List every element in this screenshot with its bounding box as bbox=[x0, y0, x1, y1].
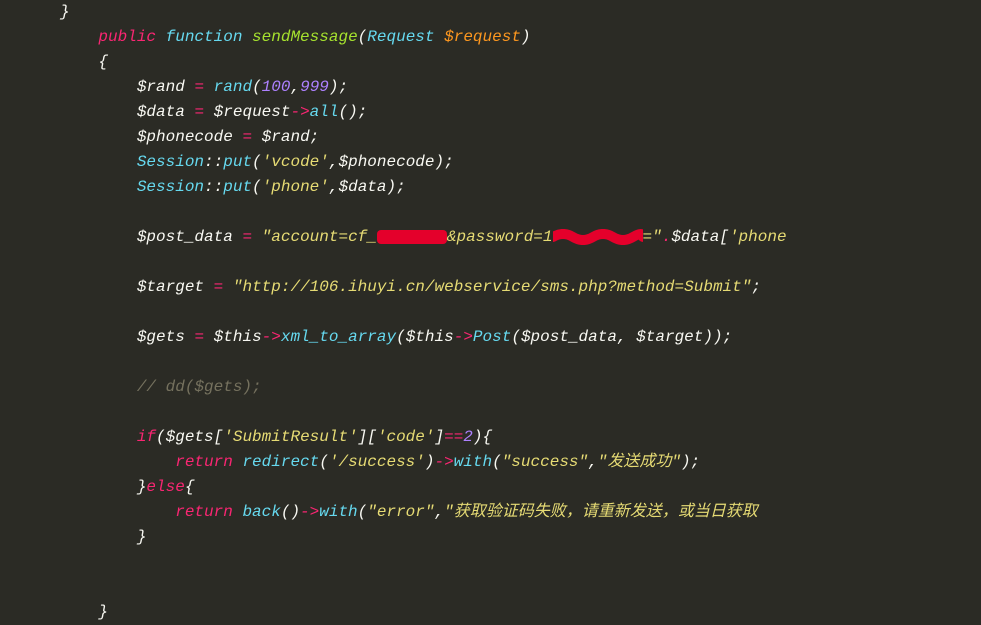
code-line: public function sendMessage(Request $req… bbox=[60, 25, 981, 50]
keyword-else: else bbox=[146, 478, 184, 496]
parameter: $request bbox=[444, 28, 521, 46]
variable: $this bbox=[406, 328, 454, 346]
string: "success" bbox=[502, 453, 588, 471]
code-line: $rand = rand(100,999); bbox=[60, 75, 981, 100]
string: "发送成功" bbox=[598, 453, 681, 471]
type-hint: Request bbox=[367, 28, 434, 46]
number: 100 bbox=[262, 78, 291, 96]
variable: $target bbox=[636, 328, 703, 346]
variable: $data bbox=[137, 103, 185, 121]
variable: $post_data bbox=[521, 328, 617, 346]
code-line: } bbox=[60, 0, 981, 25]
code-line bbox=[60, 400, 981, 425]
code-line bbox=[60, 350, 981, 375]
keyword-return: return bbox=[175, 503, 233, 521]
code-line: $post_data = "account=cf_&password=1=".$… bbox=[60, 225, 981, 250]
variable: $phonecode bbox=[137, 128, 233, 146]
string: 'vcode' bbox=[262, 153, 329, 171]
code-line: return back()->with("error","获取验证码失败，请重新… bbox=[60, 500, 981, 525]
redaction-mark bbox=[377, 230, 447, 244]
code-line: $target = "http://106.ihuyi.cn/webservic… bbox=[60, 275, 981, 300]
variable: $gets bbox=[166, 428, 214, 446]
code-line: { bbox=[60, 50, 981, 75]
number: 2 bbox=[463, 428, 473, 446]
function-call: back bbox=[242, 503, 280, 521]
keyword-return: return bbox=[175, 453, 233, 471]
redaction-mark bbox=[553, 229, 643, 245]
method-call: Post bbox=[473, 328, 511, 346]
variable: $data bbox=[671, 228, 719, 246]
keyword-function: function bbox=[166, 28, 243, 46]
function-call: rand bbox=[214, 78, 252, 96]
variable: $post_data bbox=[137, 228, 233, 246]
method-call: xml_to_array bbox=[281, 328, 396, 346]
code-line: Session::put('phone',$data); bbox=[60, 175, 981, 200]
string: 'phone bbox=[729, 228, 787, 246]
class-name: Session bbox=[137, 153, 204, 171]
variable: $this bbox=[214, 328, 262, 346]
class-name: Session bbox=[137, 178, 204, 196]
code-line bbox=[60, 200, 981, 225]
code-line: Session::put('vcode',$phonecode); bbox=[60, 150, 981, 175]
string: 'phone' bbox=[262, 178, 329, 196]
code-line: // dd($gets); bbox=[60, 375, 981, 400]
string: "account=cf_ bbox=[262, 228, 377, 246]
string: '/success' bbox=[329, 453, 425, 471]
string: =" bbox=[643, 228, 662, 246]
method-call: put bbox=[223, 153, 252, 171]
brace: { bbox=[185, 478, 195, 496]
brace: { bbox=[98, 53, 108, 71]
method-call: put bbox=[223, 178, 252, 196]
keyword-public: public bbox=[98, 28, 156, 46]
function-name: sendMessage bbox=[252, 28, 358, 46]
variable: $data bbox=[338, 178, 386, 196]
variable: $request bbox=[214, 103, 291, 121]
keyword-if: if bbox=[137, 428, 156, 446]
code-line: $phonecode = $rand; bbox=[60, 125, 981, 150]
code-line bbox=[60, 250, 981, 275]
string: 'SubmitResult' bbox=[223, 428, 357, 446]
brace: } bbox=[137, 528, 147, 546]
method-call: all bbox=[310, 103, 339, 121]
method-call: with bbox=[454, 453, 492, 471]
code-editor[interactable]: } public function sendMessage(Request $r… bbox=[60, 0, 981, 625]
code-line: } bbox=[60, 600, 981, 625]
code-line bbox=[60, 550, 981, 575]
variable: $rand bbox=[262, 128, 310, 146]
code-line: $gets = $this->xml_to_array($this->Post(… bbox=[60, 325, 981, 350]
variable: $target bbox=[137, 278, 204, 296]
variable: $phonecode bbox=[338, 153, 434, 171]
method-call: with bbox=[319, 503, 357, 521]
code-line: }else{ bbox=[60, 475, 981, 500]
string: &password=1 bbox=[447, 228, 553, 246]
variable: $gets bbox=[137, 328, 185, 346]
comment: // dd($gets); bbox=[137, 378, 262, 396]
code-line: return redirect('/success')->with("succe… bbox=[60, 450, 981, 475]
string: "error" bbox=[367, 503, 434, 521]
brace: } bbox=[98, 603, 108, 621]
brace: } bbox=[60, 3, 70, 21]
code-line: } bbox=[60, 525, 981, 550]
string: 'code' bbox=[377, 428, 435, 446]
string: "http://106.ihuyi.cn/webservice/sms.php?… bbox=[233, 278, 751, 296]
number: 999 bbox=[300, 78, 329, 96]
code-line: if($gets['SubmitResult']['code']==2){ bbox=[60, 425, 981, 450]
code-line: $data = $request->all(); bbox=[60, 100, 981, 125]
variable: $rand bbox=[137, 78, 185, 96]
function-call: redirect bbox=[242, 453, 319, 471]
code-line bbox=[60, 300, 981, 325]
brace: } bbox=[137, 478, 147, 496]
string: "获取验证码失败，请重新发送，或当日获取 bbox=[444, 503, 758, 521]
code-line bbox=[60, 575, 981, 600]
